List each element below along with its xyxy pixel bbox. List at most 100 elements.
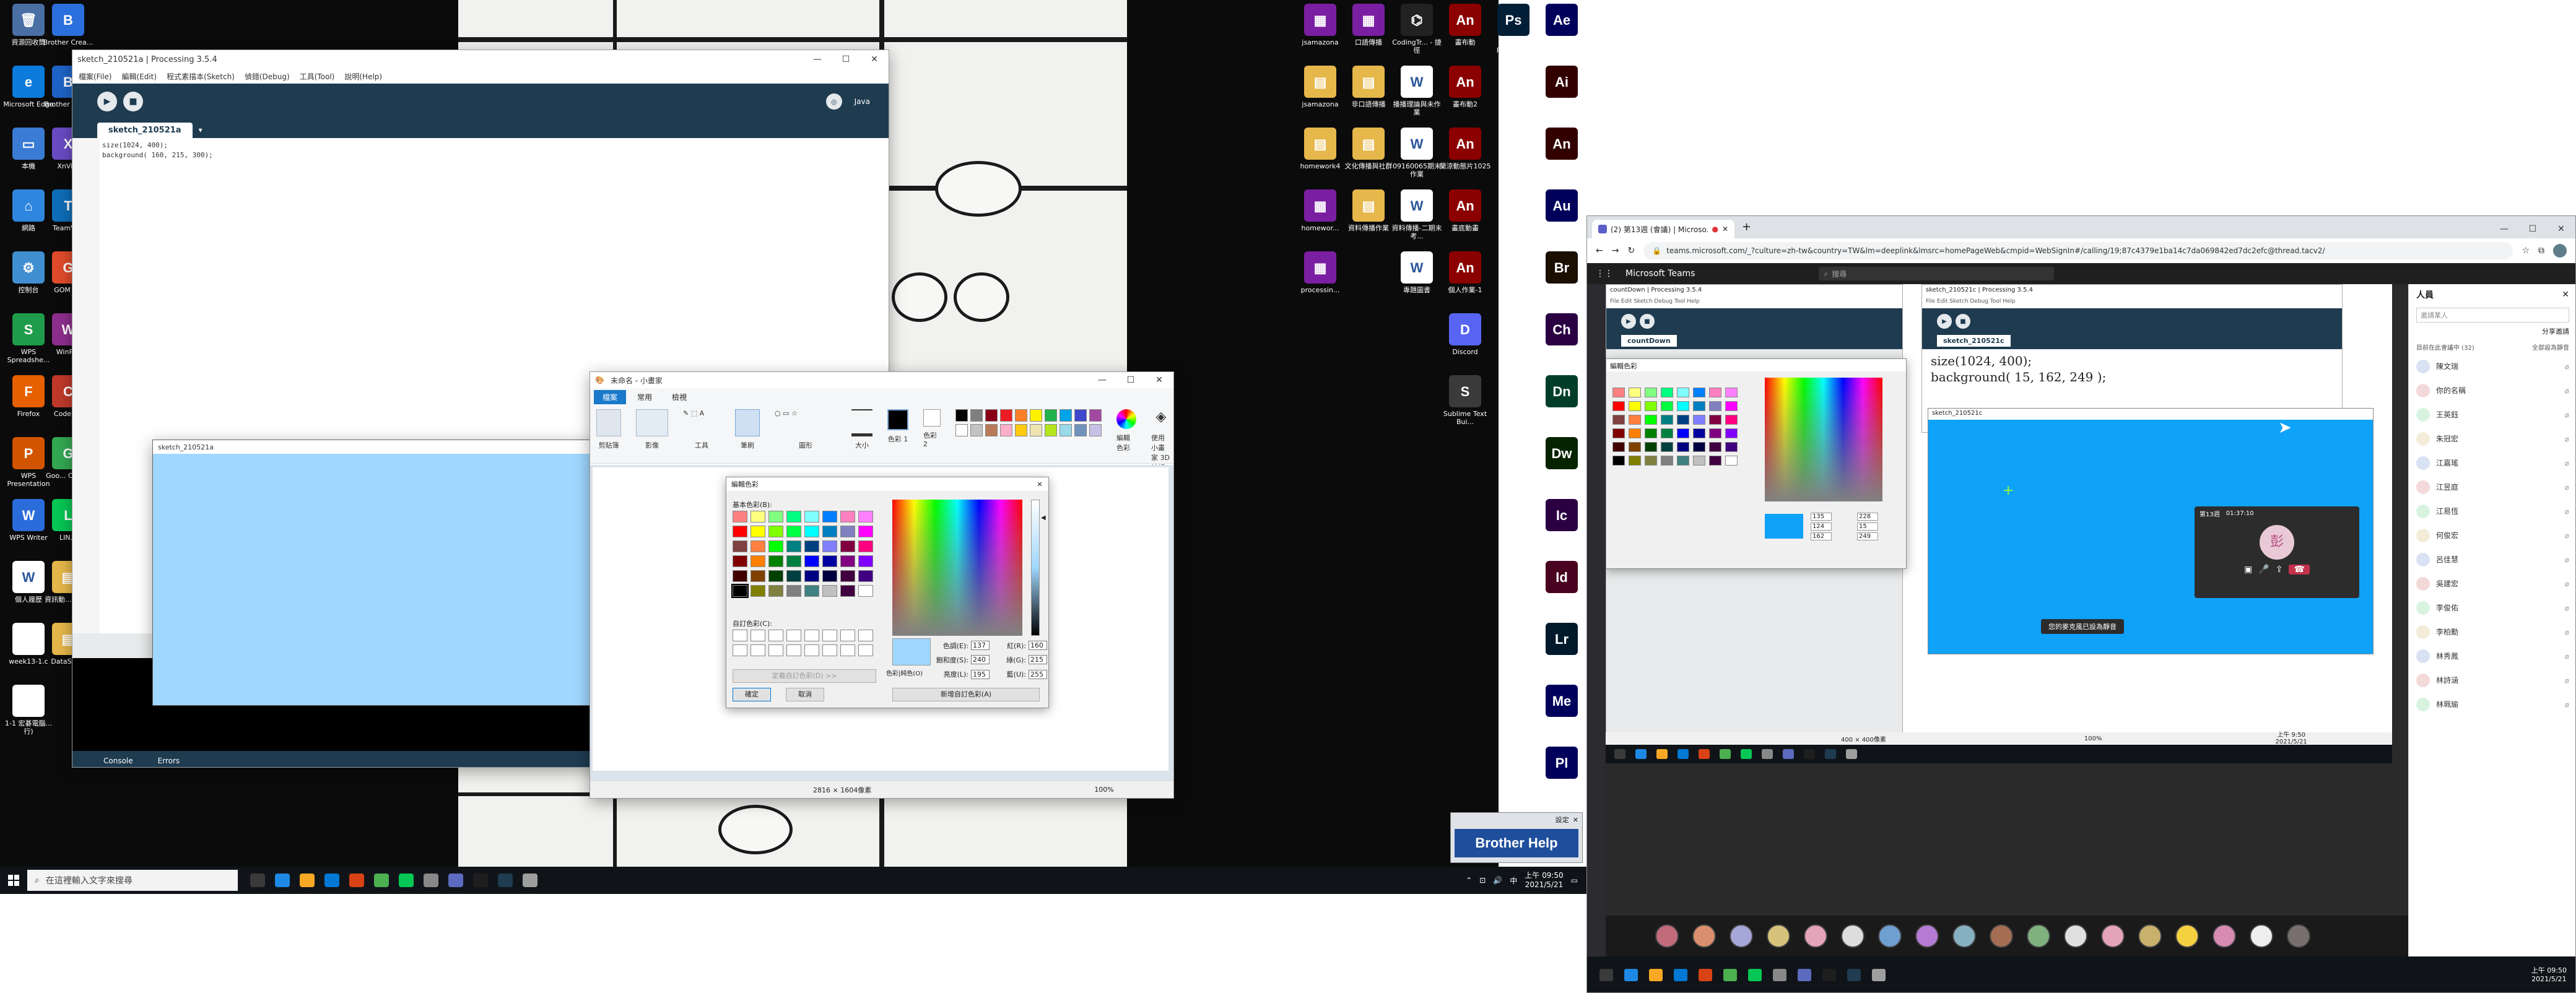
taskbar-app-icon[interactable] xyxy=(369,868,394,893)
color1-swatch[interactable] xyxy=(887,409,908,430)
palette-swatch[interactable] xyxy=(1000,424,1012,436)
taskbar-app-icon[interactable] xyxy=(245,868,270,893)
sketch-canvas[interactable] xyxy=(153,454,598,705)
minimize-icon[interactable]: — xyxy=(803,50,832,69)
back-icon[interactable]: ← xyxy=(1596,246,1603,256)
palette-swatch[interactable] xyxy=(1089,424,1102,436)
basic-color-swatch[interactable] xyxy=(804,585,819,597)
taskbar-app-icon[interactable] xyxy=(270,868,295,893)
basic-color-swatch[interactable] xyxy=(858,585,873,597)
desktop-icon[interactable]: Ae Adobe After Effects 2020 xyxy=(1536,4,1588,54)
taskbar-app-icon[interactable] xyxy=(493,868,518,893)
participant-avatar[interactable] xyxy=(2101,924,2125,948)
mode-selector[interactable]: Java xyxy=(855,97,870,106)
taskbar-app-icon[interactable] xyxy=(295,868,320,893)
menu-item[interactable]: 說明(Help) xyxy=(344,71,382,82)
taskbar-app-icon[interactable] xyxy=(1624,969,1638,981)
taskbar-app-icon[interactable] xyxy=(443,868,468,893)
desktop-icon[interactable]: ▤ 文化傳播與社群 xyxy=(1342,128,1395,170)
taskbar-app-icon[interactable] xyxy=(1599,969,1613,981)
palette-swatch[interactable] xyxy=(1074,409,1087,422)
menu-item[interactable]: 程式素描本(Sketch) xyxy=(167,71,235,82)
desktop-icon[interactable]: An 畫底動畫 xyxy=(1439,189,1491,232)
basic-color-swatch[interactable] xyxy=(858,555,873,567)
basic-color-swatch[interactable] xyxy=(751,511,765,523)
basic-color-swatch[interactable] xyxy=(768,570,783,582)
pencil-icon[interactable]: ✎ ⬚ A xyxy=(683,409,720,436)
participant-row[interactable]: 林詩涵 ⌀ xyxy=(2409,668,2575,692)
color-field-input[interactable]: 195 xyxy=(971,669,990,679)
participant-row[interactable]: 林珮瑜 ⌀ xyxy=(2409,692,2575,716)
desktop-icon[interactable]: Lr Adobe Lightroo... xyxy=(1536,623,1588,674)
participant-row[interactable]: 江昱庭 ⌀ xyxy=(2409,475,2575,499)
basic-color-swatch[interactable] xyxy=(786,555,801,567)
desktop-icon[interactable]: An 畫布動 xyxy=(1439,4,1491,46)
taskbar-app-icon[interactable] xyxy=(1872,969,1886,981)
close-icon[interactable]: ✕ xyxy=(2562,290,2569,300)
palette-swatch[interactable] xyxy=(985,409,998,422)
participant-avatar[interactable] xyxy=(2064,924,2087,948)
basic-color-swatch[interactable] xyxy=(751,555,765,567)
close-tab-icon[interactable]: ✕ xyxy=(1722,225,1728,233)
basic-color-swatch[interactable] xyxy=(768,555,783,567)
palette-swatch[interactable] xyxy=(985,424,998,436)
participant-avatar[interactable] xyxy=(1841,924,1865,948)
hangup-icon[interactable]: ☎ xyxy=(2289,565,2310,575)
teams-clock[interactable]: 上午 09:50 2021/5/21 xyxy=(2531,966,2575,984)
taskbar-app-icon[interactable] xyxy=(1699,969,1712,981)
participant-avatar[interactable] xyxy=(2287,924,2310,948)
desktop-icon[interactable]: Pl Adobe Prelu... xyxy=(1536,747,1588,789)
tab-menu-icon[interactable]: ▾ xyxy=(195,126,206,138)
close-icon[interactable]: ✕ xyxy=(2547,220,2575,238)
basic-color-swatch[interactable] xyxy=(768,540,783,552)
taskbar-app-icon[interactable] xyxy=(1723,969,1737,981)
share-icon[interactable]: ⇪ xyxy=(2276,565,2283,575)
basic-color-swatch[interactable] xyxy=(858,511,873,523)
taskbar-app-icon[interactable] xyxy=(518,868,542,893)
desktop-icon[interactable]: ▤ jsamazona xyxy=(1294,66,1346,108)
remote-tab[interactable]: sketch_210521c xyxy=(1937,335,2011,347)
basic-color-swatch[interactable] xyxy=(768,585,783,597)
basic-color-swatch[interactable] xyxy=(731,584,749,598)
close-icon[interactable]: ✕ xyxy=(860,50,889,69)
minimize-icon[interactable]: — xyxy=(1088,372,1116,389)
desktop-icon[interactable]: Dw Adobe Dreamwe... xyxy=(1536,437,1588,488)
desktop-icon[interactable]: ▤ homework4 xyxy=(1294,128,1346,170)
basic-color-swatch[interactable] xyxy=(786,526,801,537)
mic-icon[interactable]: 🎤 xyxy=(2258,565,2269,575)
ribbon-tab[interactable]: 常用 xyxy=(629,390,661,404)
menu-item[interactable]: 工具(Tool) xyxy=(300,71,335,82)
basic-color-swatch[interactable] xyxy=(804,570,819,582)
taskbar-app-icon[interactable] xyxy=(394,868,419,893)
basic-color-swatch[interactable] xyxy=(804,540,819,552)
basic-color-swatch[interactable] xyxy=(733,526,747,537)
color-spectrum[interactable] xyxy=(892,500,1022,636)
desktop-icon[interactable]: Ps Adobe Photosh... xyxy=(1487,4,1539,54)
stop-button[interactable]: ■ xyxy=(123,92,143,111)
participant-avatar[interactable] xyxy=(1804,924,1827,948)
run-button[interactable]: ▶ xyxy=(97,92,117,111)
basic-color-swatch[interactable] xyxy=(786,585,801,597)
custom-color-swatch[interactable] xyxy=(822,630,837,641)
basic-color-swatch[interactable] xyxy=(822,585,837,597)
participant-row[interactable]: 李俊佑 ⌀ xyxy=(2409,596,2575,620)
volume-icon[interactable]: 🔊 xyxy=(1493,876,1502,885)
luminance-arrow-icon[interactable]: ◀ xyxy=(1041,514,1046,521)
luminance-slider[interactable] xyxy=(1031,500,1040,636)
taskbar-app-icon[interactable] xyxy=(1649,969,1663,981)
participant-avatar[interactable] xyxy=(2213,924,2236,948)
custom-color-swatch[interactable] xyxy=(733,644,747,656)
chevron-up-icon[interactable]: ⌃ xyxy=(1466,876,1472,885)
size-icon[interactable] xyxy=(851,409,872,436)
basic-color-swatch[interactable] xyxy=(840,585,855,597)
select-icon[interactable] xyxy=(636,409,668,436)
participant-avatar[interactable] xyxy=(1915,924,1939,948)
basic-color-swatch[interactable] xyxy=(733,540,747,552)
basic-color-swatch[interactable] xyxy=(733,555,747,567)
participant-avatar[interactable] xyxy=(1990,924,2013,948)
basic-color-swatch[interactable] xyxy=(858,526,873,537)
basic-color-swatch[interactable] xyxy=(733,511,747,523)
close-icon[interactable]: ✕ xyxy=(1031,480,1048,488)
minimize-icon[interactable]: — xyxy=(2490,220,2518,238)
paint3d-icon[interactable]: ◈ xyxy=(1151,409,1171,429)
